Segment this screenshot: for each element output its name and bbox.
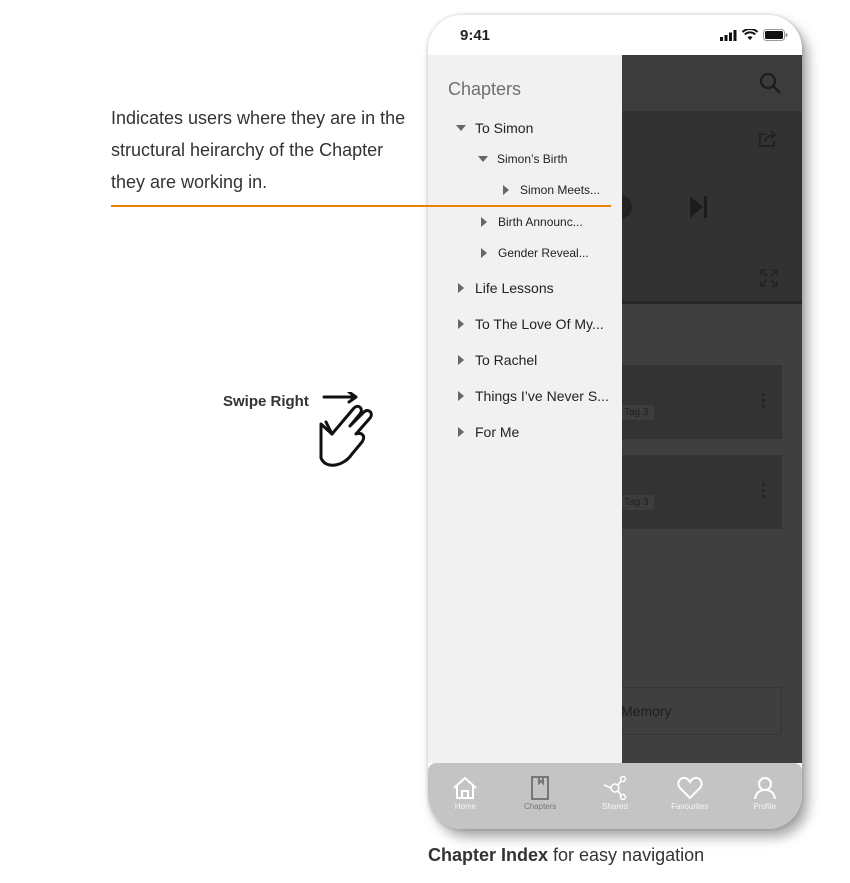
chapter-drawer: Chapters To Simon Simon’s Birth Simon Me…	[428, 55, 622, 763]
caret-right-icon[interactable]	[481, 217, 487, 227]
status-time: 9:41	[460, 26, 491, 44]
chapter-item[interactable]: Life Lessons	[458, 280, 554, 296]
chapter-item[interactable]: To Simon	[456, 120, 533, 136]
chapter-item[interactable]: For Me	[458, 424, 519, 440]
caret-right-icon[interactable]	[458, 283, 464, 293]
caret-down-icon[interactable]	[456, 125, 466, 131]
chapter-item[interactable]: Birth Announc...	[481, 215, 583, 229]
caret-right-icon[interactable]	[458, 391, 464, 401]
home-icon	[453, 776, 478, 799]
memory-card[interactable]: Tag 3	[598, 455, 782, 529]
chapter-label: To Rachel	[475, 352, 538, 368]
chapter-item[interactable]: To The Love Of My...	[458, 316, 604, 332]
swipe-label: Swipe Right	[223, 393, 309, 410]
status-bar: 9:41	[428, 15, 802, 55]
caption-bold: Chapter Index	[428, 845, 549, 865]
drawer-title: Chapters	[448, 79, 522, 99]
caption: Chapter Index for easy navigation	[428, 845, 704, 866]
more-vertical-icon[interactable]	[762, 393, 765, 411]
nav-label: Shared	[602, 802, 628, 811]
chapter-item[interactable]: Gender Reveal...	[481, 246, 589, 260]
skip-next-icon[interactable]	[690, 196, 708, 218]
caret-right-icon[interactable]	[503, 185, 509, 195]
bottom-nav: Home Chapters Shared Favourites Profile	[428, 763, 802, 829]
chapter-item[interactable]: To Rachel	[458, 352, 537, 368]
more-vertical-icon[interactable]	[762, 483, 765, 501]
nav-label: Favourites	[671, 802, 709, 811]
caption-rest: for easy navigation	[548, 845, 705, 865]
chapter-label: Things I’ve Never S...	[475, 388, 609, 404]
chapter-label: Simon Meets...	[520, 183, 601, 197]
caret-right-icon[interactable]	[481, 248, 487, 258]
nav-label: Home	[454, 802, 477, 811]
tag-chip[interactable]: Tag 3	[618, 495, 655, 510]
chapter-label: To The Love Of My...	[475, 316, 604, 332]
search-icon[interactable]	[758, 71, 782, 95]
nav-profile[interactable]: Profile	[735, 776, 795, 811]
nav-home[interactable]: Home	[435, 776, 495, 811]
chapter-label: Birth Announc...	[498, 215, 583, 229]
heart-icon	[677, 776, 703, 800]
caret-right-icon[interactable]	[458, 319, 464, 329]
annotation-text: Indicates users where they are in the st…	[111, 108, 406, 192]
battery-icon	[763, 29, 788, 41]
caret-right-icon[interactable]	[458, 355, 464, 365]
profile-icon	[753, 777, 776, 800]
share-nodes-icon	[603, 776, 627, 800]
add-memory-button[interactable]: Memory	[598, 687, 782, 735]
tag-chip[interactable]: Tag 3	[618, 405, 655, 420]
chapter-item[interactable]: Things I’ve Never S...	[458, 388, 609, 404]
nav-label: Profile	[753, 802, 776, 811]
swipe-right-hand-icon	[319, 392, 373, 467]
chapter-item[interactable]: Simon’s Birth	[478, 152, 567, 166]
memory-card[interactable]: Tag 3	[598, 365, 782, 439]
share-icon[interactable]	[758, 130, 778, 148]
nav-label: Chapters	[523, 802, 557, 811]
wifi-icon	[742, 29, 758, 40]
book-icon	[531, 776, 550, 800]
chapter-label: Life Lessons	[475, 280, 554, 296]
chapter-label: For Me	[475, 424, 520, 440]
nav-favourites[interactable]: Favourites	[660, 776, 720, 811]
annotation-pointer-line	[111, 205, 611, 207]
signal-icon	[720, 29, 737, 41]
nav-chapters[interactable]: Chapters	[510, 776, 570, 811]
chapter-label: To Simon	[475, 120, 534, 136]
chapter-label: Gender Reveal...	[498, 246, 589, 260]
nav-shared[interactable]: Shared	[585, 776, 645, 811]
phone-frame: 9:41 Tag 3 Tag 3 Memory Chapters To Simo…	[428, 15, 802, 829]
chapter-label: Simon’s Birth	[497, 152, 568, 166]
caret-right-icon[interactable]	[458, 427, 464, 437]
caret-down-icon[interactable]	[478, 156, 488, 162]
chapter-item-current[interactable]: Simon Meets...	[503, 183, 600, 197]
expand-icon[interactable]	[760, 269, 778, 287]
status-icons	[720, 29, 788, 41]
